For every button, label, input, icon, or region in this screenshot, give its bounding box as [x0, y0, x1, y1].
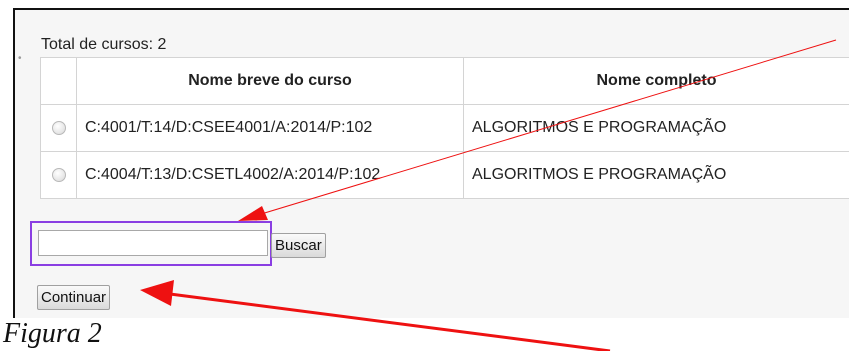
course-panel: • Total de cursos: 2 Nome breve do curso… [13, 8, 849, 318]
full-name-cell: ALGORITMOS E PROGRAMAÇÃO [463, 104, 849, 152]
table-row[interactable]: C:4004/T:13/D:CSETL4002/A:2014/P:102 ALG… [40, 151, 849, 199]
short-name-cell: C:4004/T:13/D:CSETL4002/A:2014/P:102 [76, 151, 464, 199]
full-name-cell: ALGORITMOS E PROGRAMAÇÃO [463, 151, 849, 199]
short-name-column-header: Nome breve do curso [76, 57, 464, 105]
bullet-dot: • [18, 53, 22, 64]
short-name-cell: C:4001/T:14/D:CSEE4001/A:2014/P:102 [76, 104, 464, 152]
select-column-header [40, 57, 77, 105]
total-courses-label: Total de cursos: 2 [41, 36, 167, 53]
highlight-box [30, 221, 272, 266]
course-radio-button[interactable] [51, 120, 66, 135]
table-row[interactable]: C:4001/T:14/D:CSEE4001/A:2014/P:102 ALGO… [40, 104, 849, 152]
full-name-column-header: Nome completo [463, 57, 849, 105]
table-header-row: Nome breve do curso Nome completo [40, 57, 849, 105]
radio-cell[interactable] [40, 151, 77, 199]
radio-cell[interactable] [40, 104, 77, 152]
courses-table: Nome breve do curso Nome completo C:4001… [40, 57, 849, 199]
continue-button[interactable]: Continuar [37, 285, 111, 310]
course-radio-button[interactable] [51, 167, 66, 182]
figure-caption: Figura 2 [3, 318, 102, 349]
search-button[interactable]: Buscar [271, 233, 326, 258]
